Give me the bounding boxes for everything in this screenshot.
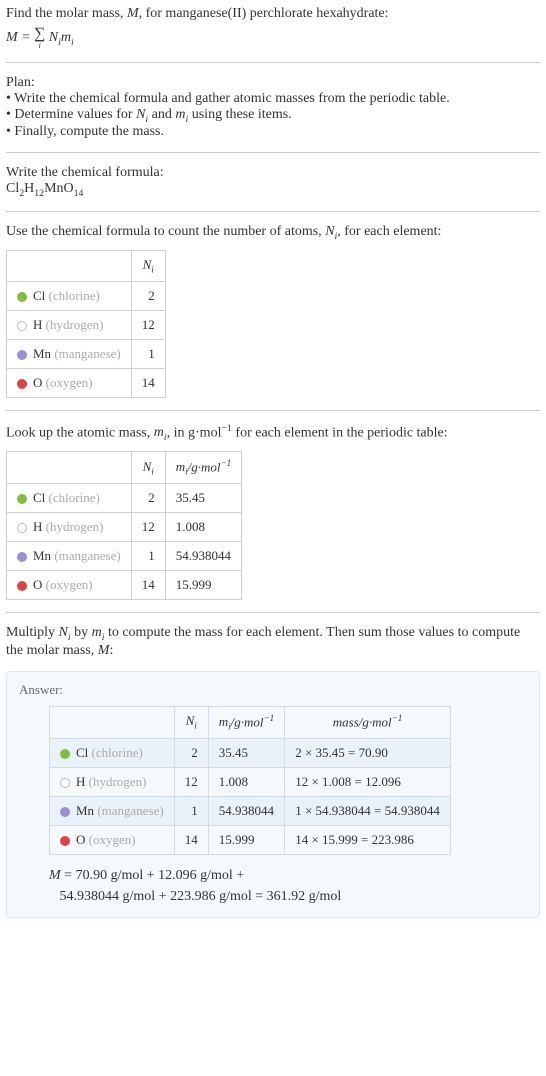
col-mass: mass/g·mol−1 [285,706,451,738]
table-row: Cl (chlorine) 2 [7,281,166,310]
col-element [7,250,132,281]
col-Ni: Ni [174,706,208,738]
table-row: Mn (manganese) 1 [7,339,166,368]
count-atoms-heading: Use the chemical formula to count the nu… [6,224,540,242]
table-row: O (oxygen) 14 15.999 14 × 15.999 = 223.9… [50,825,451,854]
table-row: Mn (manganese) 1 54.938044 [7,541,242,570]
answer-table: Ni mi/g·mol−1 mass/g·mol−1 Cl (chlorine)… [49,706,451,855]
element-dot-icon [60,749,70,759]
element-dot-icon [17,581,27,591]
element-dot-icon [17,350,27,360]
element-dot-icon [17,494,27,504]
divider [6,410,540,411]
plan-section: Plan: • Write the chemical formula and g… [6,75,540,141]
formula-section: Write the chemical formula: Cl2H12MnO14 [6,165,540,199]
table-row: O (oxygen) 14 [7,368,166,397]
multiply-section: Multiply Ni by mi to compute the mass fo… [6,625,540,659]
element-dot-icon [17,523,27,533]
table-row: Cl (chlorine) 2 35.45 2 × 35.45 = 70.90 [50,738,451,767]
intro-text: Find the molar mass, M, for manganese(II… [6,6,540,22]
divider [6,62,540,63]
final-mass-equation: M = 70.90 g/mol + 12.096 g/mol + 54.9380… [49,865,527,907]
element-dot-icon [60,836,70,846]
answer-label: Answer: [19,682,527,698]
col-mi: mi/g·mol−1 [165,451,241,483]
plan-bullet-2: • Determine values for Ni and mi using t… [6,107,540,125]
col-element [7,451,132,483]
formula-heading: Write the chemical formula: [6,165,540,181]
plan-bullet-3: • Finally, compute the mass. [6,124,540,140]
chemical-formula: Cl2H12MnO14 [6,181,540,199]
col-Ni: Ni [131,451,165,483]
count-atoms-section: Use the chemical formula to count the nu… [6,224,540,397]
plan-bullet-1: • Write the chemical formula and gather … [6,91,540,107]
table-row: H (hydrogen) 12 1.008 12 × 1.008 = 12.09… [50,767,451,796]
col-Ni: Ni [131,250,165,281]
table-row: Cl (chlorine) 2 35.45 [7,483,242,512]
col-element [50,706,175,738]
count-atoms-table: Ni Cl (chlorine) 2 H (hydrogen) 12 Mn (m… [6,250,166,398]
element-dot-icon [17,552,27,562]
element-dot-icon [17,292,27,302]
intro-section: Find the molar mass, M, for manganese(II… [6,6,540,50]
molar-mass-equation: M = ∑ i Nimi [6,26,540,50]
table-row: H (hydrogen) 12 [7,310,166,339]
atomic-mass-heading: Look up the atomic mass, mi, in g·mol−1 … [6,423,540,443]
atomic-mass-section: Look up the atomic mass, mi, in g·mol−1 … [6,423,540,600]
table-header-row: Ni mi/g·mol−1 mass/g·mol−1 [50,706,451,738]
element-dot-icon [17,321,27,331]
element-dot-icon [60,807,70,817]
sigma-icon: ∑ i [34,26,45,50]
table-row: H (hydrogen) 12 1.008 [7,512,242,541]
element-dot-icon [17,379,27,389]
plan-heading: Plan: [6,75,540,91]
table-header-row: Ni mi/g·mol−1 [7,451,242,483]
element-dot-icon [60,778,70,788]
table-row: Mn (manganese) 1 54.938044 1 × 54.938044… [50,796,451,825]
table-row: O (oxygen) 14 15.999 [7,570,242,599]
table-header-row: Ni [7,250,166,281]
divider [6,612,540,613]
divider [6,211,540,212]
answer-box: Answer: Ni mi/g·mol−1 mass/g·mol−1 Cl (c… [6,671,540,918]
col-mi: mi/g·mol−1 [208,706,284,738]
atomic-mass-table: Ni mi/g·mol−1 Cl (chlorine) 2 35.45 H (h… [6,451,242,600]
divider [6,152,540,153]
